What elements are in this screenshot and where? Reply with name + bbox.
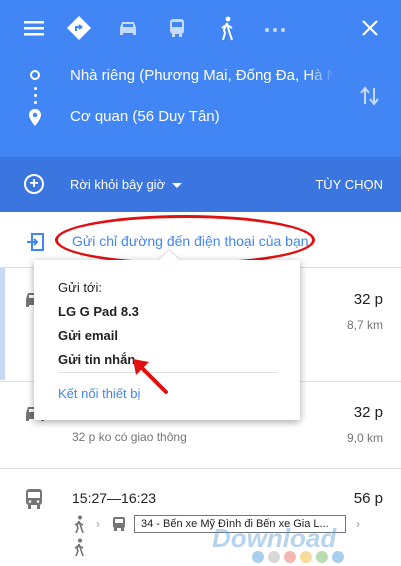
car-icon[interactable] xyxy=(116,16,140,40)
add-stop-icon[interactable]: + xyxy=(24,174,44,194)
destination-pin-icon xyxy=(29,109,41,126)
annotation-arrow xyxy=(133,359,168,394)
depart-time-select[interactable]: Rời khỏi bây giờ xyxy=(70,177,165,192)
send-sms-option[interactable]: Gửi tin nhắn xyxy=(58,352,135,367)
swap-icon[interactable] xyxy=(359,84,381,108)
options-button[interactable]: TÙY CHỌN xyxy=(315,177,383,192)
annotation-ellipse xyxy=(55,215,315,265)
walk-icon xyxy=(74,538,84,556)
chevron-right-icon: › xyxy=(96,517,100,531)
route-time-range: 15:27—16:23 xyxy=(72,490,157,506)
destination-input[interactable]: Cơ quan (56 Duy Tân) xyxy=(70,108,335,125)
watermark-dots xyxy=(252,550,348,566)
route-duration: 32 p xyxy=(353,291,383,308)
walk-icon xyxy=(74,515,84,533)
send-to-popup: Gửi tới: LG G Pad 8.3 Gửi email Gửi tin … xyxy=(34,250,300,420)
chevron-down-icon[interactable] xyxy=(172,183,182,188)
device-option[interactable]: LG G Pad 8.3 xyxy=(58,304,139,319)
route-distance: 9,0 km xyxy=(346,431,383,445)
route-traffic-note: 32 p ko có giao thông xyxy=(72,430,187,444)
origin-text: Nhà riêng (Phương Mai, Đống Đa, Hà Nội) xyxy=(70,67,335,84)
connect-devices-link[interactable]: Kết nối thiết bị xyxy=(58,386,140,401)
chevron-right-icon: › xyxy=(356,517,360,531)
best-route-icon[interactable] xyxy=(67,16,91,40)
route-dots xyxy=(34,87,37,108)
destination-text: Cơ quan (56 Duy Tân) xyxy=(70,108,220,125)
selected-route-indicator xyxy=(0,268,5,380)
route-duration: 32 p xyxy=(353,404,383,421)
close-icon[interactable] xyxy=(362,20,378,36)
origin-input[interactable]: Nhà riêng (Phương Mai, Đống Đa, Hà Nội) xyxy=(70,67,335,84)
origin-marker-icon xyxy=(30,70,40,80)
route-distance: 8,7 km xyxy=(346,318,383,332)
route-duration: 56 p xyxy=(353,490,383,507)
menu-icon[interactable] xyxy=(24,20,44,36)
transit-icon xyxy=(26,489,42,509)
send-email-option[interactable]: Gửi email xyxy=(58,328,118,343)
popup-title: Gửi tới: xyxy=(58,280,102,295)
bus-icon xyxy=(113,517,125,531)
walk-icon[interactable] xyxy=(216,16,238,42)
send-to-device-icon[interactable] xyxy=(26,232,46,252)
divider xyxy=(0,468,401,469)
more-icon[interactable] xyxy=(264,27,286,33)
transit-icon[interactable] xyxy=(165,16,189,40)
